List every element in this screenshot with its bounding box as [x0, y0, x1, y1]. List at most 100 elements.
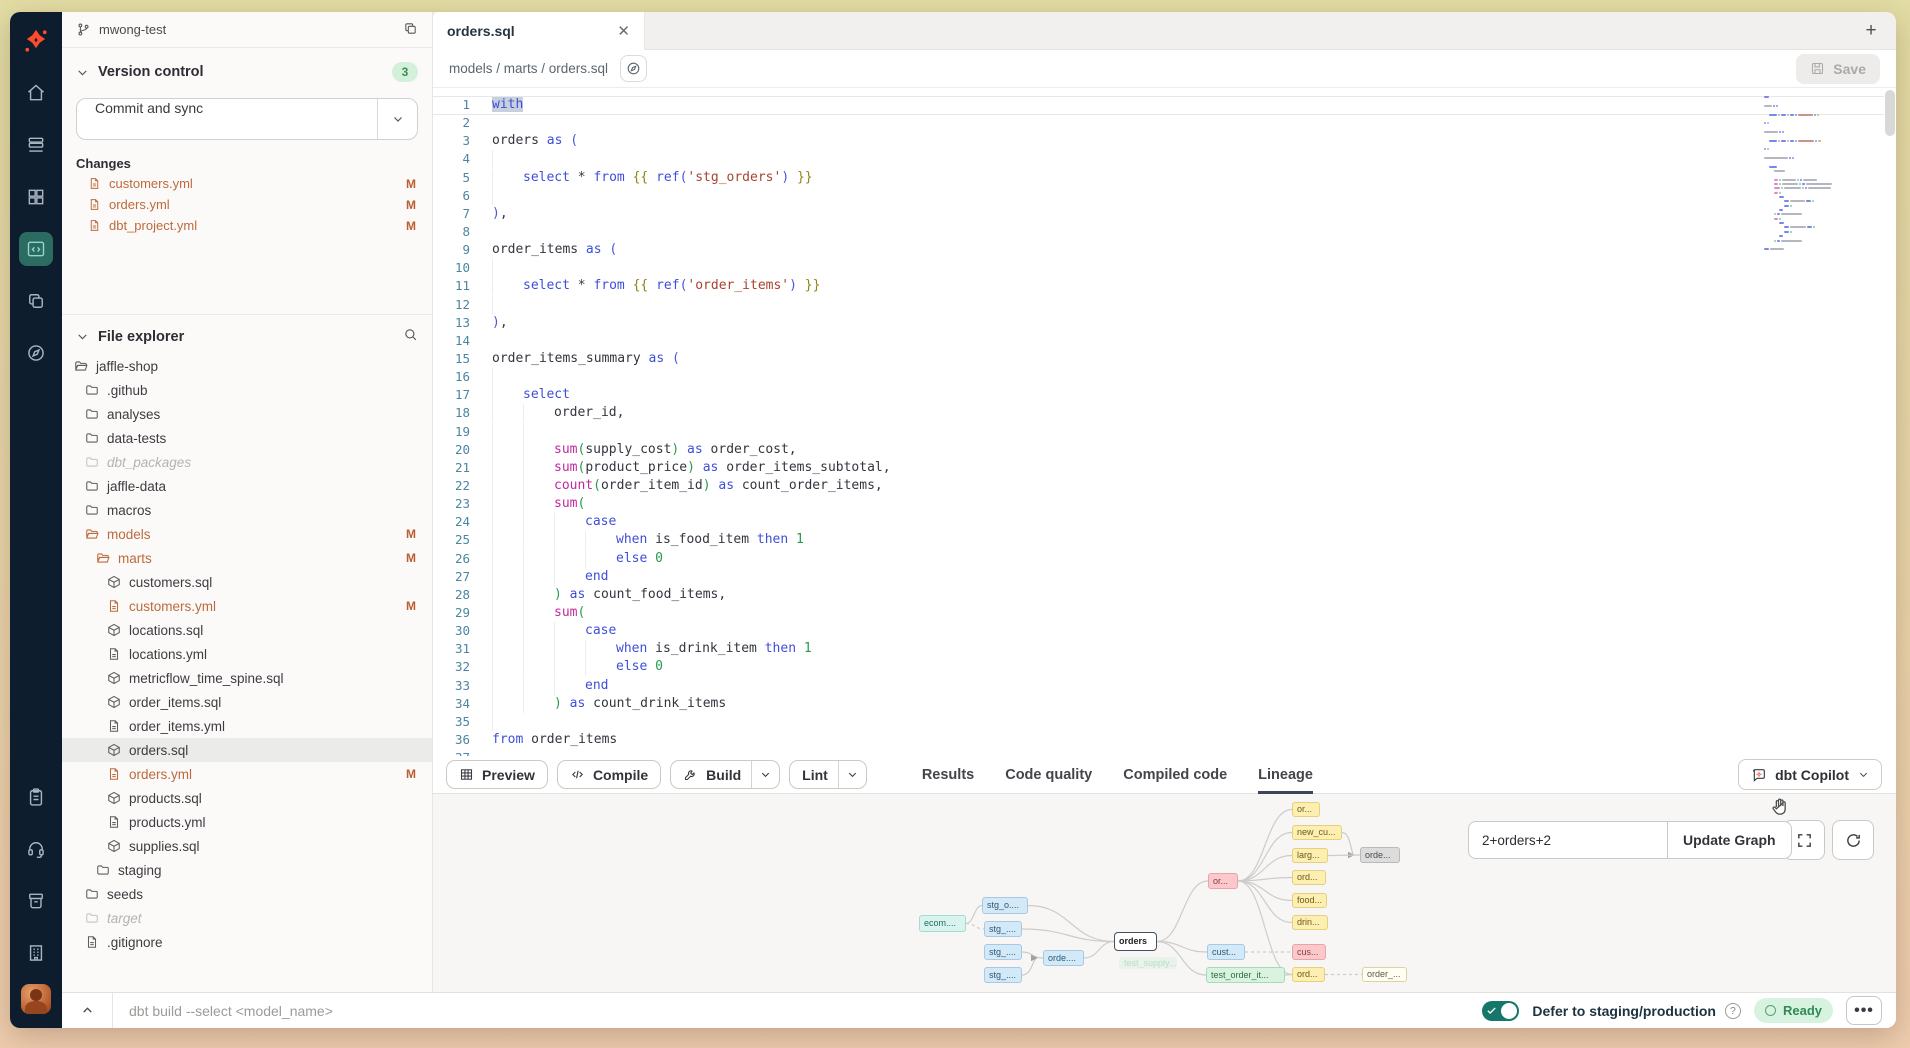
tree-item-analyses[interactable]: analyses [62, 402, 432, 426]
lineage-node-stg_[interactable]: stg_.... [984, 967, 1022, 983]
windows-icon[interactable] [19, 284, 53, 318]
duplicate-icon[interactable] [403, 21, 418, 39]
tree-item-supplies.sql[interactable]: supplies.sql [62, 834, 432, 858]
minimap[interactable] [1764, 95, 1838, 256]
code-content[interactable]: withorders as (select * from {{ ref('stg… [492, 96, 1756, 756]
code-line-28[interactable]: ) as count_food_items, [492, 586, 1756, 604]
lineage-node-drin[interactable]: drin... [1292, 915, 1328, 930]
code-line-24[interactable]: case [492, 513, 1756, 531]
code-line-15[interactable]: order_items_summary as ( [492, 350, 1756, 368]
dbt-copilot-button[interactable]: dbt Copilot [1738, 759, 1882, 790]
code-line-16[interactable] [492, 368, 1756, 386]
code-line-25[interactable]: when is_food_item then 1 [492, 531, 1756, 549]
lineage-node-ecom[interactable]: ecom.... [919, 915, 966, 932]
code-line-29[interactable]: sum( [492, 604, 1756, 622]
code-line-19[interactable] [492, 423, 1756, 441]
build-dropdown[interactable] [751, 761, 779, 788]
code-line-11[interactable]: select * from {{ ref('order_items') }} [492, 277, 1756, 295]
tab-orders-sql[interactable]: orders.sql ✕ [433, 12, 645, 50]
file-explorer-header[interactable]: File explorer [62, 315, 432, 354]
tree-item-customers.yml[interactable]: customers.ymlM [62, 594, 432, 618]
lineage-filter-input[interactable]: 2+orders+2 [1468, 821, 1667, 859]
code-line-2[interactable] [492, 114, 1756, 132]
tree-item-customers.sql[interactable]: customers.sql [62, 570, 432, 594]
code-line-26[interactable]: else 0 [492, 550, 1756, 568]
code-line-13[interactable]: ), [492, 314, 1756, 332]
help-icon[interactable]: ? [1725, 1003, 1741, 1019]
code-line-30[interactable]: case [492, 622, 1756, 640]
code-line-35[interactable] [492, 713, 1756, 731]
more-options-button[interactable]: ••• [1846, 996, 1882, 1025]
tab-results[interactable]: Results [922, 756, 974, 793]
code-line-7[interactable]: ), [492, 205, 1756, 223]
lineage-node-cust[interactable]: cust... [1207, 944, 1245, 960]
code-line-10[interactable] [492, 259, 1756, 277]
code-line-3[interactable]: orders as ( [492, 132, 1756, 150]
code-line-20[interactable]: sum(supply_cost) as order_cost, [492, 441, 1756, 459]
archive-icon[interactable] [19, 884, 53, 918]
lineage-node-stg_o[interactable]: stg_o.... [982, 897, 1028, 914]
code-line-8[interactable] [492, 223, 1756, 241]
compile-button[interactable]: Compile [557, 760, 661, 789]
lineage-node-stg_[interactable]: stg_.... [984, 921, 1022, 937]
tree-item-.github[interactable]: .github [62, 378, 432, 402]
changed-file-customers.yml[interactable]: customers.ymlM [62, 173, 432, 194]
tree-item-jaffle-shop[interactable]: jaffle-shop [62, 354, 432, 378]
code-line-6[interactable] [492, 187, 1756, 205]
code-line-33[interactable]: end [492, 677, 1756, 695]
close-tab-icon[interactable]: ✕ [617, 22, 630, 40]
code-line-37[interactable] [492, 749, 1756, 756]
tree-item-products.yml[interactable]: products.yml [62, 810, 432, 834]
build-button[interactable]: Build [670, 760, 780, 789]
tree-item-jaffle-data[interactable]: jaffle-data [62, 474, 432, 498]
lineage-node-orde[interactable]: orde.... [1043, 950, 1084, 966]
code-line-23[interactable]: sum( [492, 495, 1756, 513]
lineage-node-orde[interactable]: orde... [1360, 847, 1400, 863]
commit-dropdown[interactable] [377, 99, 417, 139]
lineage-node-stg_[interactable]: stg_.... [984, 944, 1022, 960]
lineage-node-or[interactable]: or... [1292, 802, 1320, 817]
code-line-27[interactable]: end [492, 568, 1756, 586]
code-line-21[interactable]: sum(product_price) as order_items_subtot… [492, 459, 1756, 477]
tree-item-seeds[interactable]: seeds [62, 882, 432, 906]
lineage-node-ord[interactable]: ord... [1292, 967, 1325, 982]
code-line-36[interactable]: from order_items [492, 731, 1756, 749]
tree-item-metricflow_time_spine.sql[interactable]: metricflow_time_spine.sql [62, 666, 432, 690]
expand-command-bar-icon[interactable] [62, 1004, 112, 1017]
save-button[interactable]: Save [1796, 54, 1880, 84]
tree-item-locations.yml[interactable]: locations.yml [62, 642, 432, 666]
lineage-node-or[interactable]: or... [1208, 873, 1238, 889]
lineage-node-new_cu[interactable]: new_cu... [1292, 825, 1342, 840]
code-line-34[interactable]: ) as count_drink_items [492, 695, 1756, 713]
building-icon[interactable] [19, 936, 53, 970]
clipboard-icon[interactable] [19, 780, 53, 814]
tree-item-models[interactable]: modelsM [62, 522, 432, 546]
tab-lineage[interactable]: Lineage [1258, 756, 1313, 793]
develop-ide-icon[interactable] [19, 232, 53, 266]
code-line-14[interactable] [492, 332, 1756, 350]
tree-item-target[interactable]: target [62, 906, 432, 930]
tree-item-orders.yml[interactable]: orders.ymlM [62, 762, 432, 786]
code-line-12[interactable] [492, 296, 1756, 314]
code-line-22[interactable]: count(order_item_id) as count_order_item… [492, 477, 1756, 495]
lineage-node-food[interactable]: food... [1292, 893, 1327, 908]
tree-item-macros[interactable]: macros [62, 498, 432, 522]
deploy-stack-icon[interactable] [19, 128, 53, 162]
lineage-node-cus[interactable]: cus... [1292, 944, 1326, 960]
tab-compiled-code[interactable]: Compiled code [1123, 756, 1227, 793]
editor-scrollbar[interactable] [1885, 90, 1895, 136]
lineage-node-test_order_it[interactable]: test_order_it... [1206, 967, 1285, 983]
headset-icon[interactable] [19, 832, 53, 866]
lint-dropdown[interactable] [838, 761, 866, 788]
apps-grid-icon[interactable] [19, 180, 53, 214]
tree-item-locations.sql[interactable]: locations.sql [62, 618, 432, 642]
compass-icon[interactable] [19, 336, 53, 370]
code-editor[interactable]: 1234567891011121314151617181920212223242… [433, 88, 1896, 756]
lint-button[interactable]: Lint [789, 760, 867, 789]
code-line-17[interactable]: select [492, 386, 1756, 404]
lineage-node-larg[interactable]: larg... [1292, 848, 1328, 863]
lineage-node-test_supply[interactable]: test_supply... [1119, 957, 1177, 969]
user-avatar[interactable] [21, 984, 51, 1014]
lineage-node-order_[interactable]: order_... [1362, 967, 1407, 982]
code-line-9[interactable]: order_items as ( [492, 241, 1756, 259]
